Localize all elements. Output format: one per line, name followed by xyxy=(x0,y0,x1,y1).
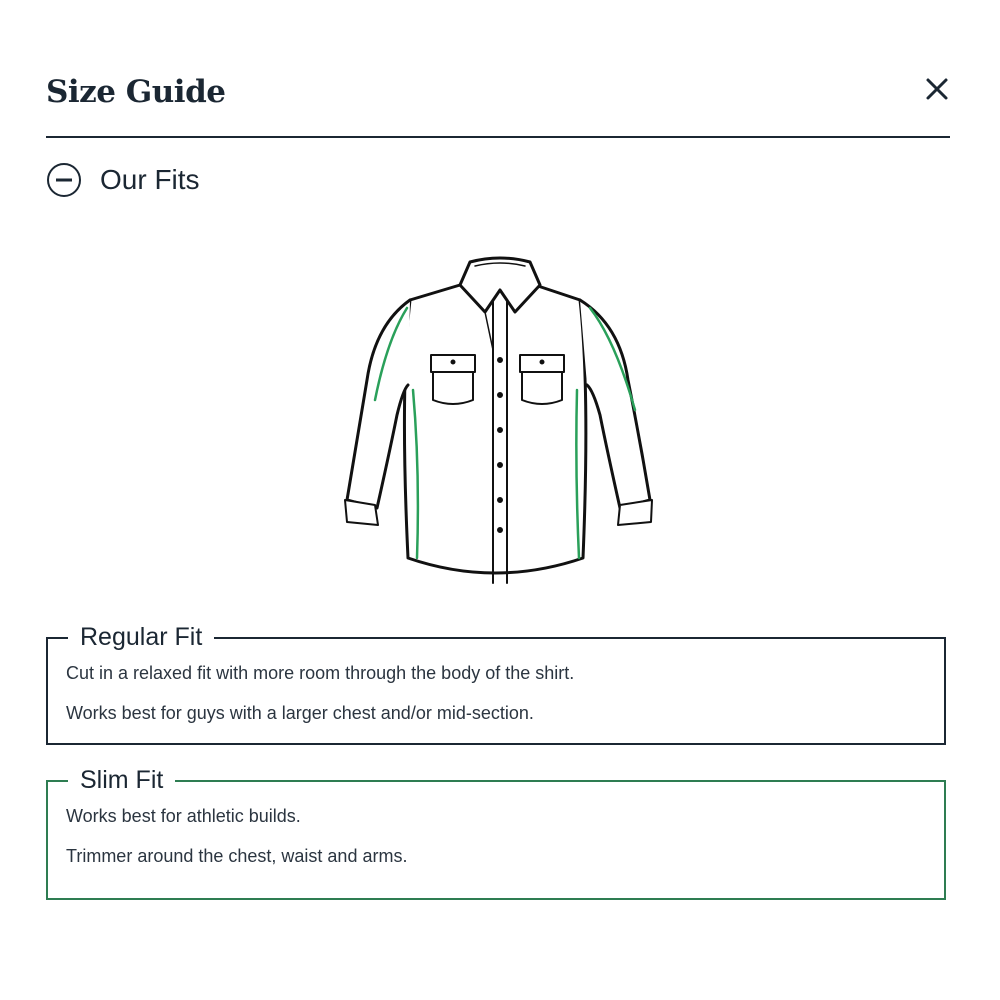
size-guide-page: Size Guide Our Fits Regular Fit Cut in a… xyxy=(0,0,1000,1000)
fit-description: Works best for athletic builds. xyxy=(66,806,301,826)
close-icon xyxy=(926,78,948,100)
size-guide-header: Size Guide xyxy=(46,68,950,138)
fit-description: Cut in a relaxed fit with more room thro… xyxy=(66,663,575,683)
slim-fit-box: Slim Fit Works best for athletic builds.… xyxy=(46,762,946,900)
regular-fit-box: Regular Fit Cut in a relaxed fit with mo… xyxy=(46,619,946,745)
shirt-fit-illustration xyxy=(335,250,665,590)
fit-description: Works best for guys with a larger chest … xyxy=(66,703,534,723)
fit-title: Slim Fit xyxy=(68,762,176,798)
close-button[interactable] xyxy=(924,76,950,102)
collapse-minus-icon xyxy=(46,162,82,198)
fit-description: Trimmer around the chest, waist and arms… xyxy=(66,846,408,866)
fit-title: Regular Fit xyxy=(68,619,215,655)
section-label: Our Fits xyxy=(100,164,200,195)
page-title: Size Guide xyxy=(46,74,226,110)
our-fits-toggle[interactable]: Our Fits xyxy=(46,160,200,200)
